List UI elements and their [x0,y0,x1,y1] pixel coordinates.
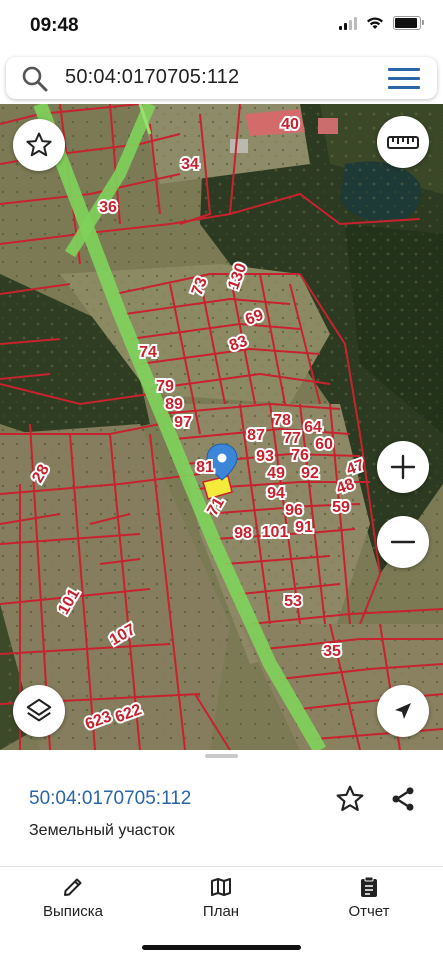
navigation-arrow-icon [395,703,411,719]
battery-icon [393,16,424,30]
parcel-number-label[interactable]: 49 [265,463,287,484]
parcel-number-label[interactable]: 74 [137,342,159,363]
add-favorite-star-icon[interactable] [334,783,366,815]
star-outline-icon [26,132,52,157]
map-icon [211,878,231,896]
parcel-number-label[interactable]: 35 [321,641,343,662]
parcel-number-label[interactable]: 36 [97,197,119,218]
parcel-number-label[interactable]: 98 [232,523,254,544]
parcel-number-label[interactable]: 92 [299,463,321,484]
cadastral-map[interactable]: 40 34 36 130 73 69 83 74 79 89 97 87 78 77 64 60 93 76 81 4… [0,104,443,750]
status-bar: 09:48 [0,0,443,52]
parcel-number-label[interactable]: 89 [163,394,185,415]
tab-vypiska[interactable]: Выписка [13,872,133,930]
tab-bar-divider [0,866,443,867]
parcel-number-label[interactable]: 101 [260,522,291,543]
wifi-icon [367,17,383,29]
zoom-out-button[interactable] [377,516,429,568]
tab-otchet[interactable]: Отчет [309,872,429,930]
parcel-number-label[interactable]: 93 [254,446,276,467]
parcel-number-label[interactable]: 97 [172,412,194,433]
ruler-icon [387,136,419,149]
search-bar[interactable]: 50:04:0170705:112 [6,57,437,99]
parcel-number-label[interactable]: 60 [313,434,335,455]
parcel-number-label[interactable]: 76 [289,445,311,466]
home-indicator[interactable] [142,945,301,950]
sheet-grabber[interactable] [205,754,238,758]
parcel-number-label[interactable]: 78 [271,410,293,431]
cadastral-number[interactable]: 50:04:0170705:112 [29,788,191,810]
tab-vypiska-label: Выписка [42,903,104,920]
parcel-number-label[interactable]: 59 [330,497,352,518]
my-location-button[interactable] [377,685,429,737]
parcel-number-label[interactable]: 53 [282,591,304,612]
layers-button[interactable] [13,685,65,737]
tab-plan[interactable]: План [161,872,281,930]
menu-icon[interactable] [388,68,420,90]
tab-plan-label: План [202,903,240,920]
cellular-signal-icon [339,16,357,30]
search-icon[interactable] [21,65,49,93]
parcel-number-label[interactable]: 96 [283,500,305,521]
plus-icon [390,454,416,480]
zoom-in-button[interactable] [377,441,429,493]
parcel-number-label[interactable]: 81 [194,457,216,478]
parcel-number-label[interactable]: 34 [179,154,201,175]
parcel-number-label[interactable]: 79 [154,376,176,397]
parcel-number-label[interactable]: 40 [279,114,301,135]
search-input[interactable]: 50:04:0170705:112 [65,66,239,89]
parcel-number-label[interactable]: 94 [265,483,287,504]
parcel-number-label[interactable]: 64 [302,417,324,438]
clipboard-icon [361,876,377,897]
status-icons [339,16,424,30]
ruler-button[interactable] [377,116,429,168]
parcel-number-label[interactable]: 87 [245,425,267,446]
parcel-number-label[interactable]: 91 [293,517,315,538]
share-icon[interactable] [389,785,417,813]
parcel-number-label[interactable]: 77 [281,428,303,449]
status-time: 09:48 [30,15,79,36]
favorite-star-button[interactable] [13,119,65,171]
tab-otchet-label: Отчет [348,903,390,920]
minus-icon [390,540,416,544]
parcel-type: Земельный участок [29,822,175,839]
layers-icon [26,698,52,722]
pencil-icon [64,878,82,896]
